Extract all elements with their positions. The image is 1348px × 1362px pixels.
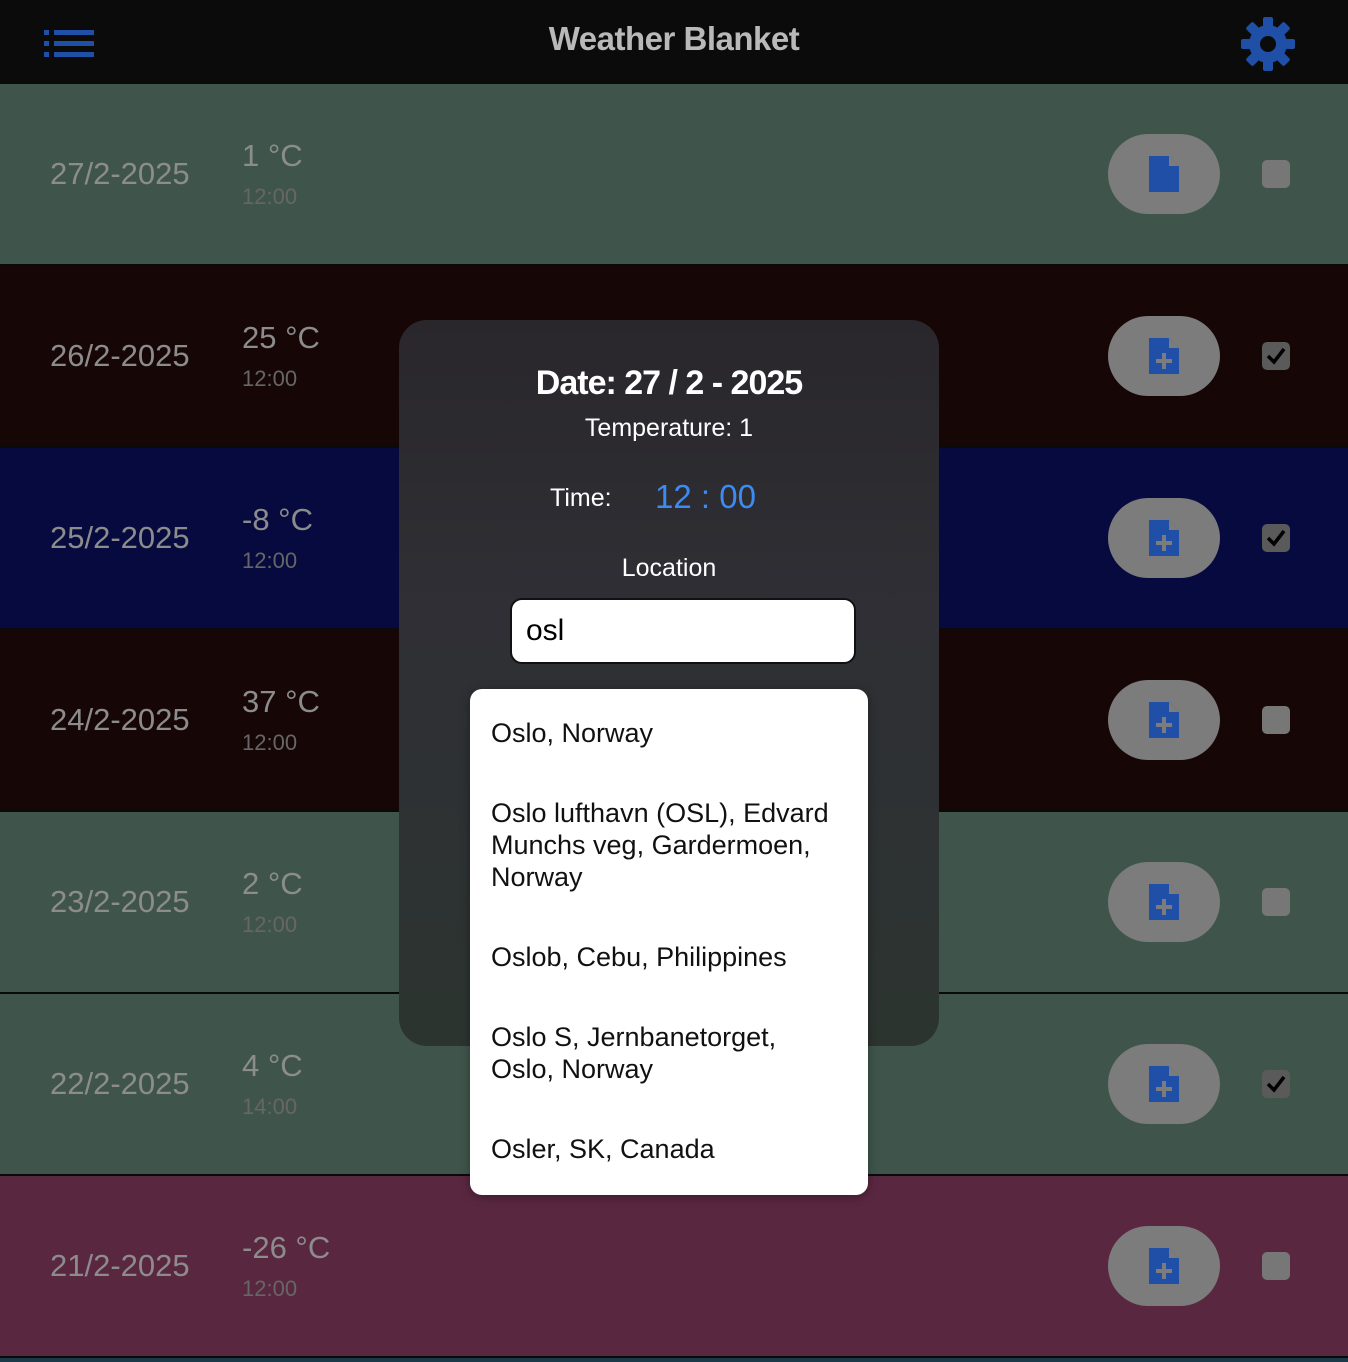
note-button[interactable]	[1108, 1226, 1220, 1306]
row-temperature: -8 °C	[242, 502, 313, 537]
done-checkbox[interactable]	[1262, 706, 1290, 734]
suggestion-item[interactable]: Oslob, Cebu, Philippines	[491, 941, 841, 973]
row-time: 12:00	[242, 1276, 298, 1301]
time-label: Time:	[550, 484, 612, 512]
done-checkbox[interactable]	[1262, 160, 1290, 188]
time-picker[interactable]: 12 : 00	[655, 478, 756, 516]
app-title: Weather Blanket	[548, 20, 800, 57]
suggestion-item[interactable]: Oslo lufthavn (OSL), Edvard Munchs veg, …	[491, 797, 841, 893]
suggestion-item[interactable]: Osler, SK, Canada	[491, 1133, 841, 1165]
suggestion-item[interactable]: Oslo, Norway	[491, 717, 841, 749]
row-time: 12:00	[242, 912, 298, 937]
note-button[interactable]	[1108, 134, 1220, 214]
top-bar: Weather Blanket	[0, 0, 1348, 84]
note-button[interactable]	[1108, 498, 1220, 578]
note-button[interactable]	[1108, 316, 1220, 396]
row-temperature: 37 °C	[242, 684, 320, 719]
row-date: 27/2-2025	[50, 156, 190, 191]
note-button[interactable]	[1108, 680, 1220, 760]
row-date: 23/2-2025	[50, 884, 190, 919]
row-date: 21/2-2025	[50, 1248, 190, 1283]
row-temperature: 2 °C	[242, 866, 303, 901]
note-button[interactable]	[1108, 1044, 1220, 1124]
row-temperature: 1 °C	[242, 138, 303, 173]
note-button[interactable]	[1108, 862, 1220, 942]
done-checkbox[interactable]	[1262, 1070, 1290, 1098]
location-label: Location	[621, 554, 717, 582]
row-time: 12:00	[242, 184, 298, 209]
row-time: 12:00	[242, 366, 298, 391]
location-suggestions: Oslo, Norway Oslo lufthavn (OSL), Edvard…	[470, 689, 868, 1195]
gear-icon[interactable]	[1240, 16, 1296, 72]
dialog-date: Date: 27 / 2 - 2025	[535, 364, 803, 402]
done-checkbox[interactable]	[1262, 342, 1290, 370]
row-time: 12:00	[242, 730, 298, 755]
row-date: 24/2-2025	[50, 702, 190, 737]
row-date: 22/2-2025	[50, 1066, 190, 1101]
row-date: 26/2-2025	[50, 338, 190, 373]
row-temperature: -26 °C	[242, 1230, 331, 1265]
done-checkbox[interactable]	[1262, 888, 1290, 916]
row-temperature: 4 °C	[242, 1048, 303, 1083]
row-time: 14:00	[242, 1094, 298, 1119]
row-temperature: 25 °C	[242, 320, 320, 355]
dialog-temperature: Temperature: 1	[584, 414, 754, 442]
done-checkbox[interactable]	[1262, 1252, 1290, 1280]
row-date: 25/2-2025	[50, 520, 190, 555]
day-row: 21/2-2025 -26 °C 12:00	[0, 1176, 1348, 1358]
location-input[interactable]	[510, 598, 856, 664]
suggestion-item[interactable]: Oslo S, Jernbanetorget, Oslo, Norway	[491, 1021, 841, 1085]
done-checkbox[interactable]	[1262, 524, 1290, 552]
day-row: 27/2-2025 1 °C 12:00	[0, 84, 1348, 266]
row-time: 12:00	[242, 548, 298, 573]
